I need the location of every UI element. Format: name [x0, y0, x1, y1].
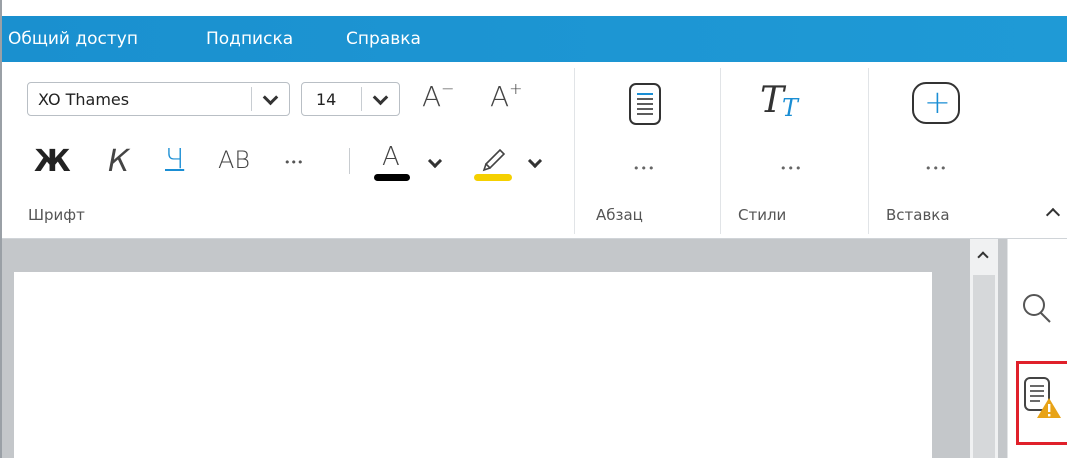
- font-name-divider: [251, 87, 252, 111]
- chevron-down-icon[interactable]: [372, 89, 389, 106]
- scroll-up-icon[interactable]: [977, 251, 989, 263]
- styles-icon-sub: T: [782, 94, 799, 122]
- group-separator: [574, 68, 575, 234]
- search-icon: [1023, 294, 1051, 323]
- menu-bar: Общий доступ Подписка Справка: [2, 16, 1067, 62]
- title-strip: [2, 0, 1067, 16]
- plus-icon: +: [509, 79, 523, 98]
- group-separator: [720, 68, 721, 234]
- group-label-font: Шрифт: [28, 206, 85, 224]
- vertical-scrollbar[interactable]: [970, 239, 998, 458]
- chevron-down-icon[interactable]: [427, 153, 443, 169]
- chevron-down-icon[interactable]: [262, 89, 279, 106]
- group-label-styles: Стили: [738, 206, 787, 224]
- styles-more-button[interactable]: •••: [780, 162, 802, 175]
- underline-button[interactable]: Ч: [165, 142, 184, 175]
- decrease-font-glyph: A: [422, 80, 442, 113]
- styles-icon: T: [760, 80, 785, 121]
- font-size-divider: [361, 87, 362, 111]
- insert-button[interactable]: +: [912, 82, 962, 126]
- font-color-button[interactable]: A: [374, 142, 410, 182]
- paragraph-icon: [629, 83, 661, 125]
- highlight-color-swatch: [474, 174, 512, 181]
- plus-icon: +: [924, 83, 951, 121]
- document-canvas: [2, 239, 1007, 458]
- paragraph-button[interactable]: [628, 82, 662, 126]
- scrollbar-thumb[interactable]: [973, 275, 995, 458]
- menu-item-sharing[interactable]: Общий доступ: [8, 28, 138, 50]
- font-size-value: 14: [316, 90, 337, 109]
- collapse-ribbon-icon[interactable]: [1045, 207, 1061, 223]
- font-size-select[interactable]: 14: [301, 82, 400, 116]
- italic-button[interactable]: К: [108, 144, 129, 179]
- insert-more-button[interactable]: •••: [925, 162, 947, 175]
- increase-font-glyph: A: [490, 80, 510, 113]
- decrease-font-size-button[interactable]: A−: [422, 79, 455, 113]
- menu-item-help[interactable]: Справка: [346, 28, 421, 50]
- ribbon-toolbar: XO Thames 14 A− A+ Ж К Ч АВ ••• A Шрифт …: [2, 62, 1067, 239]
- font-color-glyph: A: [382, 142, 400, 172]
- font-row-divider: [349, 148, 350, 174]
- caps-button[interactable]: АВ: [218, 146, 250, 174]
- font-name-select[interactable]: XO Thames: [27, 82, 290, 116]
- bold-button[interactable]: Ж: [34, 144, 71, 179]
- document-page[interactable]: [14, 272, 932, 458]
- group-separator: [868, 68, 869, 234]
- highlighter-icon: [482, 148, 506, 172]
- more-font-options-button[interactable]: •••: [284, 156, 303, 169]
- paragraph-more-button[interactable]: •••: [633, 162, 655, 175]
- document-warning-icon: [1024, 377, 1061, 418]
- chevron-down-icon[interactable]: [527, 153, 543, 169]
- minus-icon: −: [441, 79, 455, 98]
- menu-item-subscription[interactable]: Подписка: [206, 28, 293, 50]
- search-button[interactable]: [1020, 289, 1056, 325]
- group-label-insert: Вставка: [886, 206, 950, 224]
- increase-font-size-button[interactable]: A+: [490, 79, 523, 113]
- highlight-color-button[interactable]: [474, 142, 512, 182]
- app-window: Общий доступ Подписка Справка XO Thames …: [0, 0, 1067, 458]
- doc-check-button[interactable]: [1016, 361, 1067, 445]
- styles-button[interactable]: T T: [760, 80, 820, 126]
- group-label-paragraph: Абзац: [596, 206, 643, 224]
- font-name-value: XO Thames: [38, 90, 130, 109]
- font-color-swatch: [374, 174, 410, 181]
- side-panel: [1007, 239, 1067, 458]
